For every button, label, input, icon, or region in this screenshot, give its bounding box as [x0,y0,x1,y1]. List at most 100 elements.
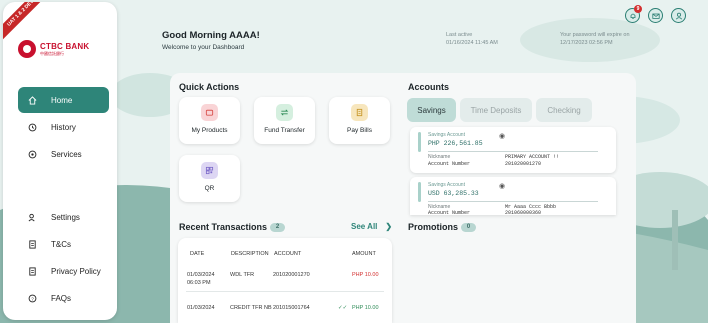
transaction-date: 01/03/2024 [187,305,215,311]
account-balance: PHP 226,561.85 [428,140,483,147]
sidebar-item-label: Settings [51,212,80,222]
account-nickname: PRIMARY ACCOUNT !! [505,154,560,160]
password-expiry-label: Your password will expire on [560,32,630,38]
wallet-icon [201,104,218,121]
sidebar-item-label: FAQs [51,293,72,303]
account-type: Savings Account [428,132,465,138]
chevron-right-icon: ❯ [385,222,393,231]
account-card[interactable]: Savings Account USD 63,285.33 ◉ Nickname… [410,177,616,216]
account-number-label: Account Number [428,161,471,167]
transaction-amount: PHP 10.00 [352,272,379,278]
quick-action-label: My Products [191,127,228,134]
document-icon [28,266,37,276]
last-active-info: Last active 01/16/2024 11:45 AM [446,31,498,47]
password-expiry-value: 12/17/2023 02:56 PM [560,40,613,46]
transaction-date: 01/03/2024 06:03 PM [187,271,215,287]
transactions-table: DATE DESCRIPTION ACCOUNT AMOUNT 01/03/20… [178,238,392,323]
history-icon [28,123,37,132]
promotions-title: Promotions 0 [408,222,477,233]
settings-icon [28,213,37,222]
quick-action-label: Pay Bills [347,127,372,134]
see-all-link[interactable]: See All ❯ [351,222,392,231]
qr-icon [201,162,218,179]
sidebar-item-label: Services [51,149,82,159]
transactions-count-badge: 2 [270,223,286,233]
tab-savings[interactable]: Savings [407,98,456,122]
eye-icon[interactable]: ◉ [499,182,505,190]
help-icon: ? [28,294,37,303]
greeting-subtitle: Welcome to your Dashboard [162,44,245,51]
nickname-label: Nickname [428,154,451,160]
account-accent-bar [418,182,421,202]
sidebar-item-label: Home [51,95,73,105]
divider [428,201,598,202]
transaction-account: 201020001270 [273,272,310,278]
sidebar-item-history[interactable]: History [18,114,109,140]
last-active-label: Last active [446,32,473,38]
quick-action-my-products[interactable]: My Products [179,97,240,144]
quick-action-pay-bills[interactable]: Pay Bills [329,97,390,144]
account-number: 201060000360 [505,210,542,216]
transaction-description: WDL TFR [230,272,255,278]
sidebar-item-home[interactable]: Home [18,87,109,113]
brand-name: CTBC BANK [40,41,90,51]
password-expiry-info: Your password will expire on 12/17/2023 … [560,31,630,47]
services-icon [28,150,37,159]
eye-icon[interactable]: ◉ [499,132,505,140]
profile-button[interactable] [671,8,686,23]
sidebar-item-label: T&Cs [51,239,71,249]
last-active-value: 01/16/2024 11:45 AM [446,40,498,46]
sidebar-item-faqs[interactable]: ? FAQs [18,285,109,311]
promotions-count-badge: 0 [461,223,477,233]
account-number-label: Account Number [428,210,471,216]
row-divider [186,291,384,292]
credit-check-icon: ✓✓ [338,305,348,311]
sidebar-item-label: Privacy Policy [51,266,101,276]
bill-icon [351,104,368,121]
sidebar-item-services[interactable]: Services [18,141,109,167]
transfer-icon [276,104,293,121]
quick-actions-title: Quick Actions [179,82,240,92]
account-card[interactable]: Savings Account PHP 226,561.85 ◉ Nicknam… [410,127,616,173]
see-all-label: See All [351,222,378,231]
divider [428,151,598,152]
account-balance: USD 63,285.33 [428,190,479,197]
quick-action-fund-transfer[interactable]: Fund Transfer [254,97,315,144]
notification-badge: 9 [634,5,642,13]
account-number: 201020001270 [505,161,542,167]
transaction-date-value: 01/03/2024 [187,272,215,278]
transaction-description: CREDIT TFR NB [230,305,272,311]
home-icon [28,95,37,105]
promotions-label: Promotions [408,222,459,232]
quick-action-qr[interactable]: QR [179,155,240,202]
transaction-time: 06:03 PM [187,280,211,286]
svg-text:?: ? [31,296,34,301]
notifications-button[interactable]: 9 [625,5,642,23]
sidebar-item-settings[interactable]: Settings [18,204,109,230]
sidebar-item-label: History [51,122,76,132]
transaction-amount: PHP 10.00 [352,305,379,311]
greeting-title: Good Morning AAAA! [162,30,260,41]
column-header: DATE [190,251,205,257]
transaction-account: 201015001764 [273,305,310,311]
brand-subname: 中國信託銀行 [40,50,64,56]
document-icon [28,239,37,249]
account-type: Savings Account [428,182,465,188]
quick-action-label: QR [204,185,215,192]
recent-transactions-title: Recent Transactions 2 [179,222,286,233]
ctbc-logo-icon [18,40,36,58]
quick-action-label: Fund Transfer [264,127,305,134]
sidebar-item-privacy-policy[interactable]: Privacy Policy [18,258,109,284]
sidebar: UAT 1 & 2 DEV CTBC BANK 中國信託銀行 Home Hist… [3,2,117,320]
sidebar-item-terms[interactable]: T&Cs [18,231,109,257]
messages-button[interactable] [648,8,663,23]
bank-logo[interactable]: CTBC BANK 中國信託銀行 [18,40,89,58]
account-accent-bar [418,132,421,152]
mail-icon [651,13,660,19]
header-actions: 9 [625,5,686,23]
tab-checking[interactable]: Checking [536,98,592,122]
user-icon [675,12,682,19]
accounts-title: Accounts [408,82,450,92]
tab-time-deposits[interactable]: Time Deposits [460,98,532,122]
column-header: ACCOUNT [274,251,302,257]
